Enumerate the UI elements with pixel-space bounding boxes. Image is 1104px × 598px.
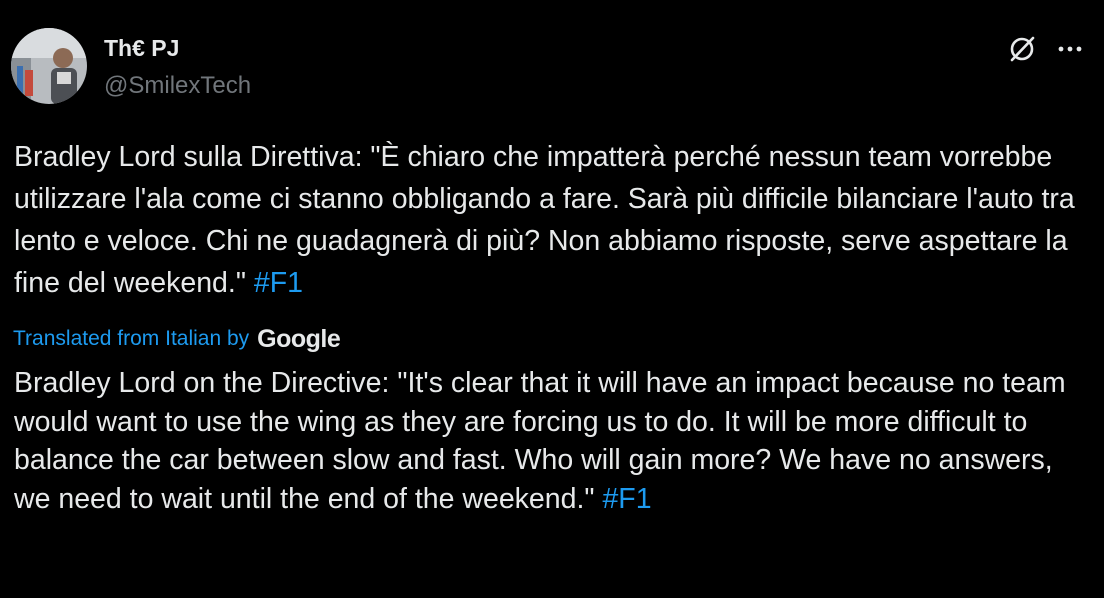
translated-from-link[interactable]: Translated from Italian by [13, 327, 249, 351]
author-display-name[interactable]: Th€ PJ [104, 34, 179, 62]
avatar-photo [11, 28, 87, 104]
google-logo: Google [257, 324, 341, 353]
translated-text: Bradley Lord on the Directive: "It's cle… [14, 364, 1084, 518]
translated-hashtag-link[interactable]: #F1 [602, 483, 651, 515]
hashtag-link[interactable]: #F1 [254, 267, 303, 299]
translation-attribution: Translated from Italian by Google [13, 322, 341, 356]
translated-body: Bradley Lord on the Directive: "It's cle… [14, 367, 1066, 515]
grok-icon[interactable] [1006, 33, 1038, 65]
tweet-body: Bradley Lord sulla Direttiva: "È chiaro … [14, 141, 1075, 299]
tweet-text: Bradley Lord sulla Direttiva: "È chiaro … [14, 136, 1094, 304]
avatar[interactable] [11, 28, 87, 104]
more-options-icon[interactable] [1054, 33, 1086, 65]
author-handle[interactable]: @SmilexTech [104, 72, 251, 100]
